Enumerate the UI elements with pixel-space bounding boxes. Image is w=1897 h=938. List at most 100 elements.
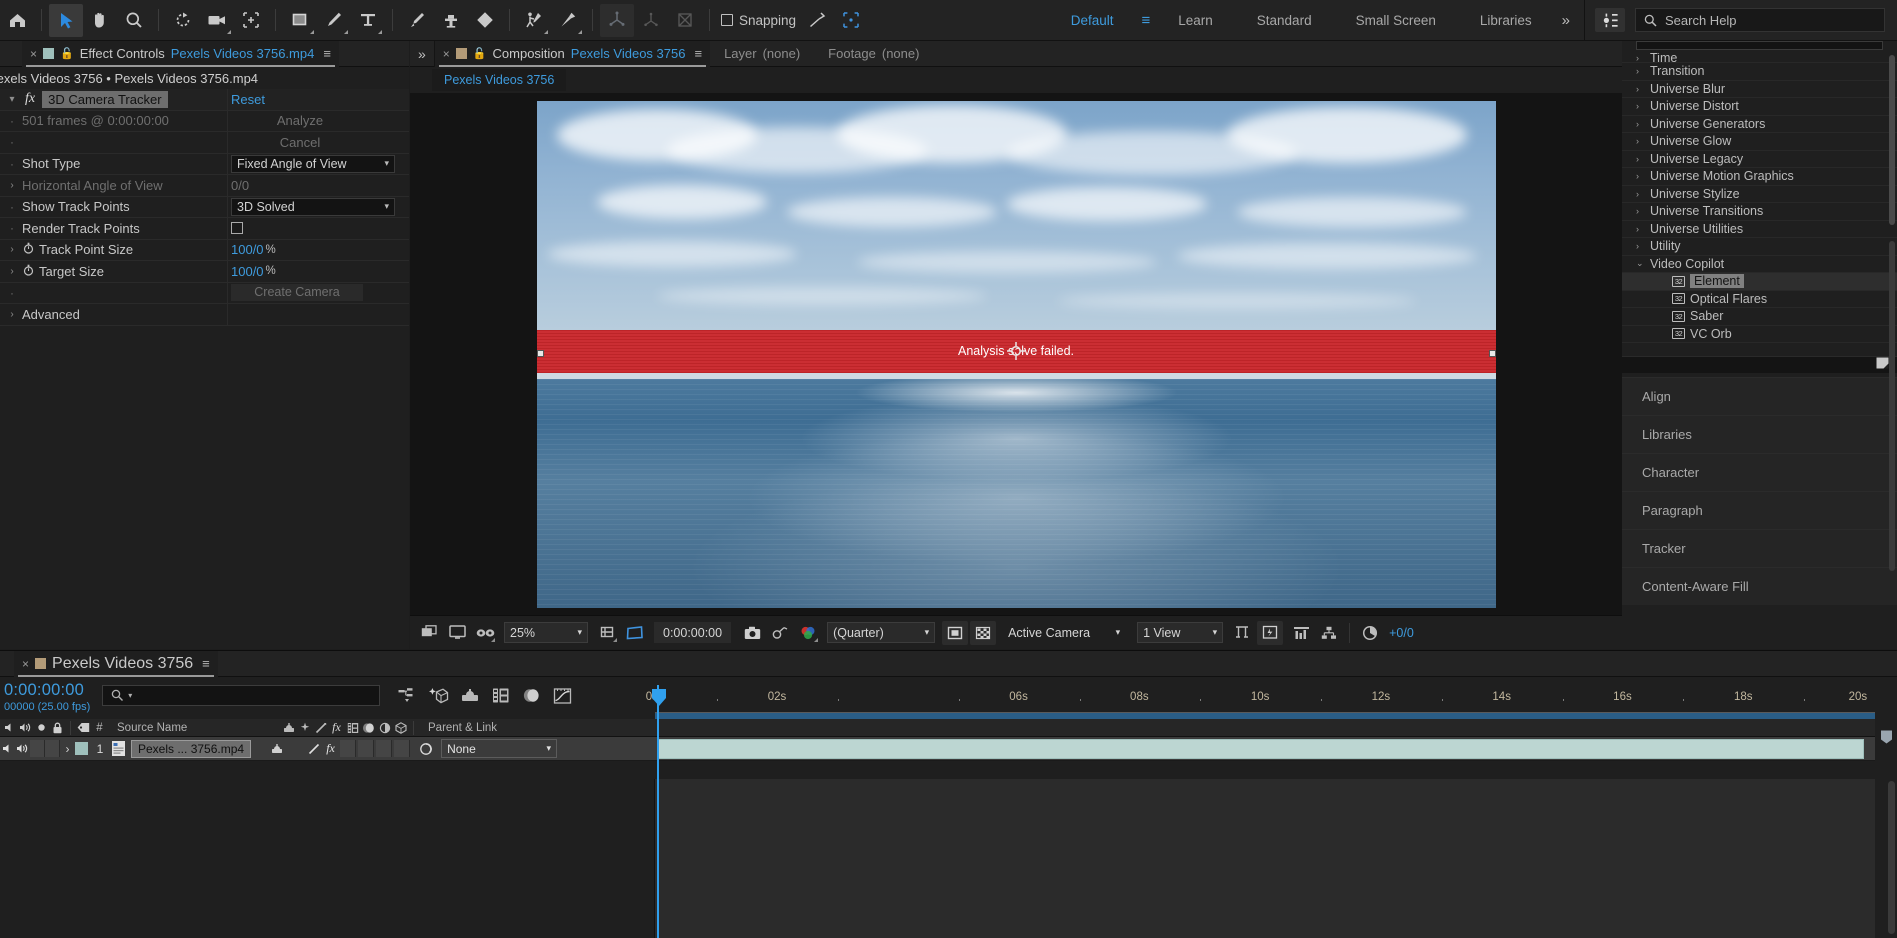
fx-item-universe-blur[interactable]: › Universe Blur xyxy=(1622,81,1897,98)
puppet-pin-tool-icon[interactable] xyxy=(551,4,585,37)
panel-menu-icon[interactable]: ≡ xyxy=(323,46,331,61)
comp-marker-bin-icon[interactable] xyxy=(1875,725,1897,749)
fx-item-video-copilot[interactable]: ⌄ Video Copilot xyxy=(1622,256,1897,273)
panel-overflow-icon[interactable]: » xyxy=(410,46,434,62)
hide-shy-layers-icon[interactable] xyxy=(458,684,481,707)
comp-breadcrumb-tab[interactable]: Pexels Videos 3756 xyxy=(432,69,567,91)
snapping-checkbox[interactable] xyxy=(721,14,733,26)
fx-item-universe-distort[interactable]: › Universe Distort xyxy=(1622,98,1897,116)
effect-header-row[interactable]: ▾ fx 3D Camera Tracker Reset xyxy=(0,89,409,111)
table-row[interactable]: › 1 Pexels ... 3756.mp4 fx None ▾ xyxy=(0,737,1897,761)
target-size-value[interactable]: 100/0 xyxy=(231,264,264,279)
motion-blur-icon[interactable] xyxy=(520,684,543,707)
new-folder-icon[interactable] xyxy=(1876,356,1889,374)
timeline-graph-empty[interactable] xyxy=(655,779,1875,938)
workspace-small-screen[interactable]: Small Screen xyxy=(1334,0,1458,41)
motion-blur-icon[interactable] xyxy=(361,720,376,736)
world-axis-mode-icon[interactable] xyxy=(634,4,668,37)
fx-item-universe-glow[interactable]: › Universe Glow xyxy=(1622,133,1897,151)
snap-pin-icon[interactable] xyxy=(800,4,834,37)
chevron-right-icon[interactable]: › xyxy=(1636,189,1645,199)
horizontal-angle-value[interactable]: 0/0 xyxy=(231,178,249,193)
quality-icon[interactable] xyxy=(313,720,328,736)
panel-menu-icon[interactable]: ≡ xyxy=(694,46,702,61)
show-track-points-dropdown[interactable]: 3D Solved ▾ xyxy=(231,197,395,216)
rotation-tool-icon[interactable] xyxy=(166,4,200,37)
timeline-track-area[interactable] xyxy=(655,737,1875,760)
shape-tool-icon[interactable] xyxy=(283,4,317,37)
snapping-toggle[interactable]: Snapping xyxy=(717,13,800,28)
tab-timeline-comp[interactable]: × Pexels Videos 3756 ≡ xyxy=(14,650,218,677)
3d-glasses-icon[interactable] xyxy=(472,621,498,645)
chevron-right-icon[interactable]: › xyxy=(1636,84,1645,94)
fx-item-transition[interactable]: › Transition xyxy=(1622,63,1897,81)
reset-exposure-icon[interactable] xyxy=(1357,621,1383,645)
solo-toggle[interactable] xyxy=(30,740,45,757)
render-track-points-checkbox[interactable] xyxy=(231,222,243,235)
audio-icon[interactable] xyxy=(18,720,33,736)
workspace-learn[interactable]: Learn xyxy=(1156,0,1235,41)
panel-content-aware-fill[interactable]: Content-Aware Fill xyxy=(1622,567,1897,605)
chevron-right-icon[interactable]: › xyxy=(1636,206,1645,216)
selection-handle[interactable] xyxy=(536,349,544,357)
anchor-point-tool-icon[interactable] xyxy=(234,4,268,37)
shot-type-dropdown[interactable]: Fixed Angle of View ▾ xyxy=(231,154,395,173)
quality-toggle[interactable] xyxy=(306,737,321,761)
take-snapshot-icon[interactable] xyxy=(739,621,765,645)
chevron-right-icon[interactable]: › xyxy=(1636,241,1645,251)
analyze-button[interactable]: Analyze xyxy=(277,113,323,128)
parent-link-dropdown[interactable]: None ▾ xyxy=(441,739,558,758)
composition-mini-flowchart-icon[interactable] xyxy=(396,684,419,707)
expand-arrow-icon[interactable]: › xyxy=(6,244,18,255)
always-preview-icon[interactable] xyxy=(416,621,442,645)
timeline-current-time[interactable]: 0:00:00:00 xyxy=(4,681,90,700)
layer-source-name[interactable]: Pexels ... 3756.mp4 xyxy=(131,739,252,758)
collapse-transformations-icon[interactable] xyxy=(297,720,312,736)
panel-align[interactable]: Align xyxy=(1622,377,1897,415)
shy-icon[interactable] xyxy=(281,720,296,736)
layer-label-color[interactable] xyxy=(75,742,88,755)
chevron-down-icon[interactable]: ⌄ xyxy=(1636,258,1645,269)
workspace-libraries[interactable]: Libraries xyxy=(1458,0,1554,41)
panel-character[interactable]: Character xyxy=(1622,453,1897,491)
video-visibility-icon[interactable] xyxy=(2,720,17,736)
expand-layer-arrow-icon[interactable]: › xyxy=(60,737,75,761)
timeline-vertical-scrollbar[interactable] xyxy=(1888,781,1895,934)
comp-current-timecode[interactable]: 0:00:00:00 xyxy=(654,622,732,643)
workspace-default[interactable]: Default xyxy=(1049,0,1136,41)
effect-name[interactable]: 3D Camera Tracker xyxy=(42,90,168,108)
timeline-icon[interactable] xyxy=(1288,621,1314,645)
panel-menu-icon[interactable]: ≡ xyxy=(202,656,210,671)
reset-button[interactable]: Reset xyxy=(231,92,265,107)
toggle-transparency-grid-icon[interactable] xyxy=(970,620,997,645)
close-icon[interactable]: × xyxy=(22,657,29,671)
fx-item-universe-legacy[interactable]: › Universe Legacy xyxy=(1622,151,1897,168)
fx-item-vc-orb[interactable]: 32 VC Orb xyxy=(1622,326,1897,343)
chevron-right-icon[interactable]: › xyxy=(1636,53,1645,63)
source-name-header[interactable]: Source Name xyxy=(107,722,279,734)
composition-viewer[interactable]: Analysis solve failed. xyxy=(410,93,1622,615)
fx-item-time[interactable]: › Time xyxy=(1622,53,1897,65)
comp-flowchart-icon[interactable] xyxy=(1316,621,1342,645)
effects-toggle[interactable]: fx xyxy=(323,737,338,761)
frame-blending-icon[interactable] xyxy=(489,684,512,707)
expand-arrow-icon[interactable]: › xyxy=(6,180,18,191)
lock-icon[interactable] xyxy=(50,720,65,736)
fx-item-universe-generators[interactable]: › Universe Generators xyxy=(1622,116,1897,133)
timeline-layer-list-empty[interactable] xyxy=(0,779,655,938)
anchor-point-icon[interactable] xyxy=(1007,341,1025,360)
home-icon[interactable] xyxy=(0,4,34,37)
camera-tool-icon[interactable] xyxy=(200,4,234,37)
expand-arrow-icon[interactable]: ▾ xyxy=(6,94,18,105)
search-help-input[interactable]: Search Help xyxy=(1635,8,1885,32)
solo-icon[interactable] xyxy=(34,720,49,736)
workspace-menu-icon[interactable]: ≡ xyxy=(1135,0,1156,41)
close-icon[interactable]: × xyxy=(30,47,37,61)
hand-tool-icon[interactable] xyxy=(83,4,117,37)
parent-link-header[interactable]: Parent & Link xyxy=(418,722,548,734)
region-of-interest-icon[interactable] xyxy=(594,621,620,645)
tab-effect-controls[interactable]: × 🔓 Effect Controls Pexels Videos 3756.m… xyxy=(22,40,339,67)
chevron-down-icon[interactable]: ▾ xyxy=(128,691,132,700)
chevron-right-icon[interactable]: › xyxy=(1636,136,1645,146)
sidebar-scrollbar[interactable] xyxy=(1889,241,1895,571)
